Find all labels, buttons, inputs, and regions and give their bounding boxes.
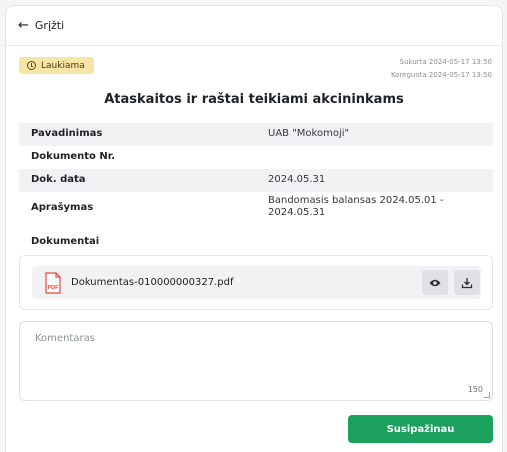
comment-textarea[interactable]: Komentaras 150 — [19, 321, 493, 401]
acknowledge-button[interactable]: Susipažinau — [348, 415, 493, 443]
download-icon — [461, 277, 473, 288]
field-row-doc-number: Dokumento Nr. — [19, 146, 493, 169]
main-card: ← Grįžti Laukiama Sukurta 2024-05-17 13:… — [5, 5, 503, 452]
pdf-file-icon: PDF — [45, 272, 61, 294]
clock-icon — [27, 61, 36, 70]
field-row-date: Dok. data 2024.05.31 — [19, 169, 493, 192]
field-row-name: Pavadinimas UAB "Mokomoji" — [19, 123, 493, 146]
status-label: Laukiama — [41, 60, 85, 71]
document-filename[interactable]: Dokumentas-010000000327.pdf — [71, 277, 233, 288]
arrow-left-icon: ← — [18, 18, 29, 33]
field-row-description: Aprašymas Bandomasis balansas 2024.05.01… — [19, 192, 493, 226]
pdf-icon-label: PDF — [48, 285, 60, 291]
character-counter: 150 — [467, 385, 483, 394]
field-label: Aprašymas — [31, 202, 94, 213]
field-label: Dok. data — [31, 174, 86, 185]
page-title: Ataskaitos ir raštai teikiami akcininkam… — [104, 92, 404, 107]
view-document-button[interactable] — [422, 270, 448, 295]
top-bar: ← Grįžti — [6, 6, 502, 46]
field-value: Bandomasis balansas 2024.05.01 - 2024.05… — [268, 195, 444, 219]
resize-handle[interactable] — [484, 392, 490, 398]
field-label: Dokumento Nr. — [31, 151, 116, 162]
back-button[interactable]: ← Grįžti — [18, 19, 64, 32]
updated-timestamp: Koreguota 2024-05-17 13:50 — [390, 71, 492, 79]
documents-list: PDF Dokumentas-010000000327.pdf — [19, 255, 493, 310]
field-label: Pavadinimas — [31, 128, 103, 139]
download-document-button[interactable] — [454, 270, 480, 295]
description-line-2: 2024.05.31 — [268, 207, 326, 218]
eye-icon — [429, 279, 441, 286]
documents-label: Dokumentai — [31, 236, 100, 247]
comment-placeholder: Komentaras — [35, 333, 95, 344]
back-label: Grįžti — [34, 19, 65, 32]
status-badge: Laukiama — [19, 57, 94, 74]
timestamps: Sukurta 2024-05-17 13:50 Koreguota 2024-… — [391, 56, 492, 82]
field-value: UAB "Mokomoji" — [268, 128, 350, 139]
document-item: PDF Dokumentas-010000000327.pdf — [32, 266, 481, 299]
created-timestamp: Sukurta 2024-05-17 13:50 — [399, 58, 492, 66]
description-line-1: Bandomasis balansas 2024.05.01 - — [268, 195, 444, 206]
field-value: 2024.05.31 — [268, 174, 326, 185]
